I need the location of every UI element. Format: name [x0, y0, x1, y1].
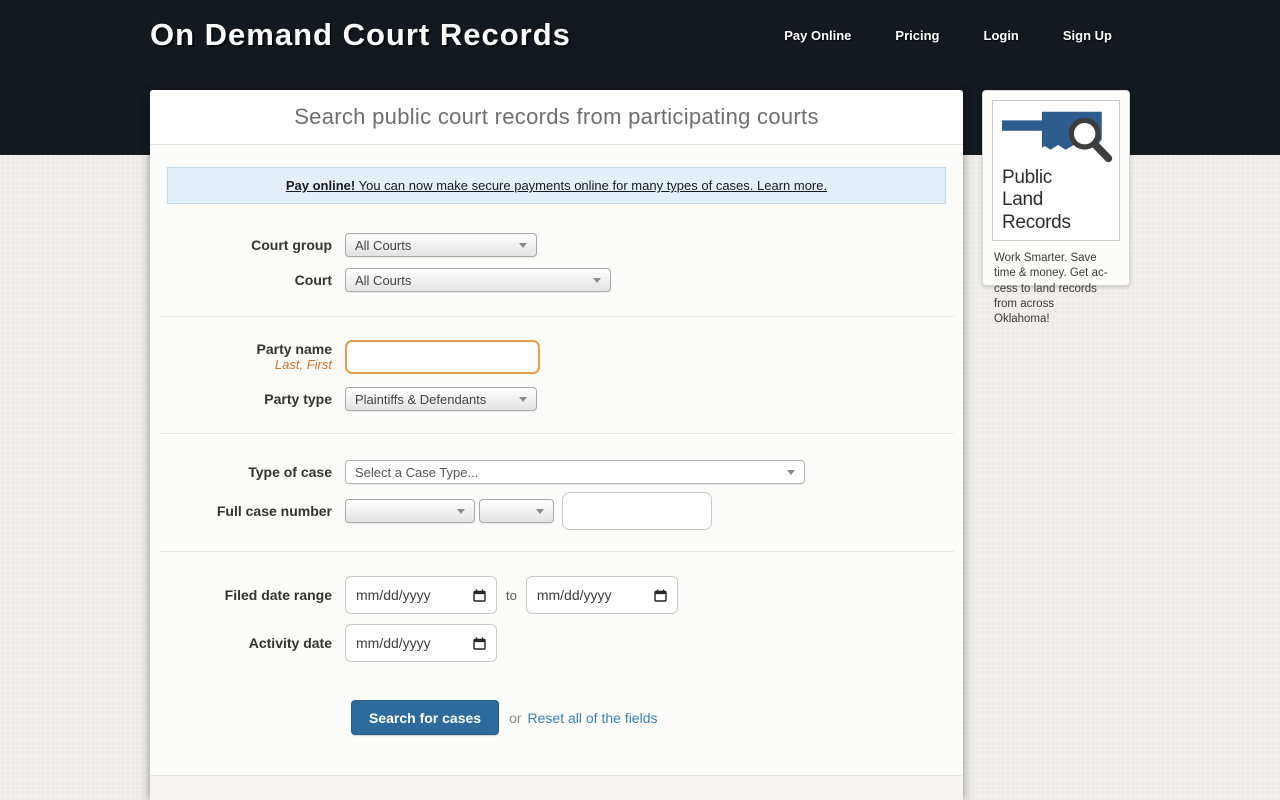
public-land-records-logo[interactable]: Public Land Records: [992, 100, 1120, 241]
public-land-records-ad[interactable]: Public Land Records Work Smarter. Save t…: [982, 90, 1130, 286]
case-type-label: Type of case: [150, 464, 345, 480]
activity-date-input[interactable]: mm/dd/yyyy: [345, 624, 497, 662]
party-name-input[interactable]: [345, 340, 540, 374]
case-number-court-select[interactable]: [479, 499, 554, 523]
date-placeholder: mm/dd/yyyy: [356, 635, 431, 651]
case-type-value: Select a Case Type...: [355, 465, 478, 480]
section-divider: [160, 433, 954, 434]
oklahoma-magnifier-icon: [1002, 108, 1116, 165]
court-group-select[interactable]: All Courts: [345, 233, 537, 257]
section-divider: [160, 316, 954, 317]
chevron-down-icon: [519, 243, 527, 248]
section-divider: [160, 551, 954, 552]
page-title: Search public court records from partici…: [150, 90, 963, 145]
chevron-down-icon: [519, 397, 527, 402]
logo-text-line2: Land Records: [1002, 189, 1112, 234]
case-number-label: Full case number: [150, 503, 345, 519]
court-group-label: Court group: [150, 237, 345, 253]
case-type-select[interactable]: Select a Case Type...: [345, 460, 805, 484]
search-card: Search public court records from partici…: [150, 90, 963, 800]
party-name-row: Party name Last, First: [150, 340, 540, 374]
filed-date-row: Filed date range mm/dd/yyyy to mm/dd/yyy…: [150, 576, 678, 614]
actions-row: Search for cases or Reset all of the fie…: [150, 700, 658, 735]
case-number-input[interactable]: [562, 492, 712, 530]
court-group-row: Court group All Courts: [150, 233, 537, 257]
calendar-icon: [654, 589, 667, 602]
nav-sign-up[interactable]: Sign Up: [1063, 28, 1112, 43]
pay-online-notice-link[interactable]: Pay online! You can now make secure paym…: [167, 167, 946, 204]
case-type-row: Type of case Select a Case Type...: [150, 460, 805, 484]
or-text: or: [509, 710, 521, 726]
party-name-format-hint: Last, First: [150, 358, 332, 373]
logo-text: Public Land Records: [1002, 167, 1112, 234]
logo-text-line1: Public: [1002, 167, 1112, 189]
date-placeholder: mm/dd/yyyy: [537, 587, 612, 603]
court-row: Court All Courts: [150, 268, 611, 292]
chevron-down-icon: [457, 509, 465, 514]
chevron-down-icon: [593, 278, 601, 283]
filed-date-from-input[interactable]: mm/dd/yyyy: [345, 576, 497, 614]
date-range-joiner: to: [506, 588, 517, 603]
site-logo-text[interactable]: On Demand Court Records: [150, 17, 571, 53]
notice-text: You can now make secure payments online …: [355, 178, 827, 193]
filed-date-label: Filed date range: [150, 587, 345, 603]
calendar-icon: [473, 637, 486, 650]
party-type-label: Party type: [150, 391, 345, 407]
party-name-label: Party name Last, First: [150, 341, 345, 372]
court-select[interactable]: All Courts: [345, 268, 611, 292]
court-value: All Courts: [355, 273, 411, 288]
nav-login[interactable]: Login: [984, 28, 1019, 43]
date-placeholder: mm/dd/yyyy: [356, 587, 431, 603]
nav-pay-online[interactable]: Pay Online: [784, 28, 851, 43]
chevron-down-icon: [787, 470, 795, 475]
party-type-select[interactable]: Plaintiffs & Defendants: [345, 387, 537, 411]
court-group-value: All Courts: [355, 238, 411, 253]
reset-fields-link[interactable]: Reset all of the fields: [528, 710, 658, 726]
page-background: On Demand Court Records Pay Online Prici…: [0, 0, 1280, 800]
activity-date-row: Activity date mm/dd/yyyy: [150, 624, 497, 662]
search-for-cases-button[interactable]: Search for cases: [351, 700, 499, 735]
card-footer: [150, 775, 963, 800]
calendar-icon: [473, 589, 486, 602]
nav-pricing[interactable]: Pricing: [895, 28, 939, 43]
court-label: Court: [150, 272, 345, 288]
notice-bold-text: Pay online!: [286, 178, 355, 193]
ad-description: Work Smarter. Save time & money. Get ac-…: [983, 249, 1129, 337]
activity-date-label: Activity date: [150, 635, 345, 651]
case-number-prefix-select[interactable]: [345, 499, 475, 523]
party-type-value: Plaintiffs & Defendants: [355, 392, 486, 407]
case-number-row: Full case number: [150, 492, 712, 530]
main-nav: Pay Online Pricing Login Sign Up: [784, 28, 1112, 43]
party-type-row: Party type Plaintiffs & Defendants: [150, 387, 537, 411]
filed-date-to-input[interactable]: mm/dd/yyyy: [526, 576, 678, 614]
chevron-down-icon: [536, 509, 544, 514]
party-name-label-text: Party name: [150, 341, 332, 357]
